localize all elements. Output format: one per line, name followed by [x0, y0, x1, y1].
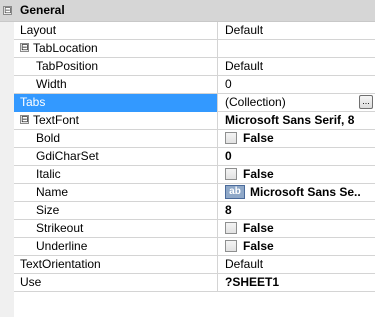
property-name: Bold	[14, 130, 218, 148]
property-value-cell[interactable]: False	[219, 220, 377, 238]
property-row-name[interactable]: Name ab Microsoft Sans Se..	[14, 184, 377, 202]
property-value[interactable]: 0	[219, 76, 377, 94]
property-row-underline[interactable]: Underline False	[14, 238, 377, 256]
property-name: TabLocation	[33, 41, 98, 55]
property-value-cell[interactable]: ab Microsoft Sans Se..	[219, 184, 377, 202]
property-name: Use	[14, 274, 218, 292]
property-name: Tabs	[14, 94, 218, 112]
property-value[interactable]: Default	[219, 22, 377, 40]
property-value[interactable]: Default	[219, 58, 377, 76]
property-row-tabs[interactable]: Tabs (Collection) ...	[14, 94, 377, 112]
property-name: GdiCharSet	[14, 148, 218, 166]
property-name-cell: ⊟ TabLocation	[14, 40, 218, 58]
property-value-cell[interactable]: False	[219, 130, 377, 148]
property-value[interactable]: 8	[219, 202, 377, 220]
property-value: False	[243, 239, 274, 253]
property-row-italic[interactable]: Italic False	[14, 166, 377, 184]
property-name: TextOrientation	[14, 256, 218, 274]
category-label: General	[20, 3, 65, 17]
property-row-size[interactable]: Size 8	[14, 202, 377, 220]
checkbox[interactable]	[225, 167, 237, 180]
property-row-gdicharset[interactable]: GdiCharSet 0	[14, 148, 377, 166]
property-row-textorientation[interactable]: TextOrientation Default	[14, 256, 377, 274]
property-row-tabposition[interactable]: TabPosition Default	[14, 58, 377, 76]
property-name: TabPosition	[14, 58, 218, 76]
collapse-icon[interactable]: ⊟	[3, 6, 12, 15]
property-value: False	[243, 221, 274, 235]
property-name: Width	[14, 76, 218, 94]
property-row-tablocation[interactable]: ⊟ TabLocation	[14, 40, 377, 58]
collapse-icon[interactable]: ⊟	[20, 115, 29, 125]
property-value: False	[243, 131, 274, 145]
font-preview-icon: ab	[225, 184, 245, 199]
property-value[interactable]: ?SHEET1	[219, 274, 377, 292]
property-value: False	[243, 167, 274, 181]
property-name: Strikeout	[14, 220, 218, 238]
property-grid: ⊟ General Layout Default ⊟ TabLocation Ta…	[0, 0, 377, 317]
property-row-layout[interactable]: Layout Default	[14, 22, 377, 40]
property-row-strikeout[interactable]: Strikeout False	[14, 220, 377, 238]
property-value[interactable]: Microsoft Sans Serif, 8	[219, 112, 377, 130]
ellipsis-button[interactable]: ...	[359, 95, 373, 109]
collapse-icon[interactable]: ⊟	[20, 43, 29, 53]
property-row-width[interactable]: Width 0	[14, 76, 377, 94]
checkbox[interactable]	[225, 131, 237, 144]
property-row-bold[interactable]: Bold False	[14, 130, 377, 148]
property-name: Italic	[14, 166, 218, 184]
checkbox[interactable]	[225, 239, 237, 252]
property-value[interactable]: 0	[219, 148, 377, 166]
property-name: Name	[14, 184, 218, 202]
property-row-textfont[interactable]: ⊟ TextFont Microsoft Sans Serif, 8	[14, 112, 377, 130]
category-general[interactable]: ⊟ General	[0, 0, 377, 22]
property-value-cell[interactable]: False	[219, 166, 377, 184]
property-name: Layout	[14, 22, 218, 40]
property-value[interactable]	[219, 40, 377, 58]
property-name: Size	[14, 202, 218, 220]
property-value[interactable]: (Collection)	[219, 94, 377, 112]
checkbox[interactable]	[225, 221, 237, 234]
left-margin-bar	[0, 0, 14, 317]
property-name-cell: ⊟ TextFont	[14, 112, 218, 130]
property-name: Underline	[14, 238, 218, 256]
property-row-use[interactable]: Use ?SHEET1	[14, 274, 377, 292]
property-name: TextFont	[33, 113, 80, 127]
property-value: Microsoft Sans Se..	[250, 185, 361, 199]
property-value[interactable]: Default	[219, 256, 377, 274]
property-value-cell[interactable]: False	[219, 238, 377, 256]
